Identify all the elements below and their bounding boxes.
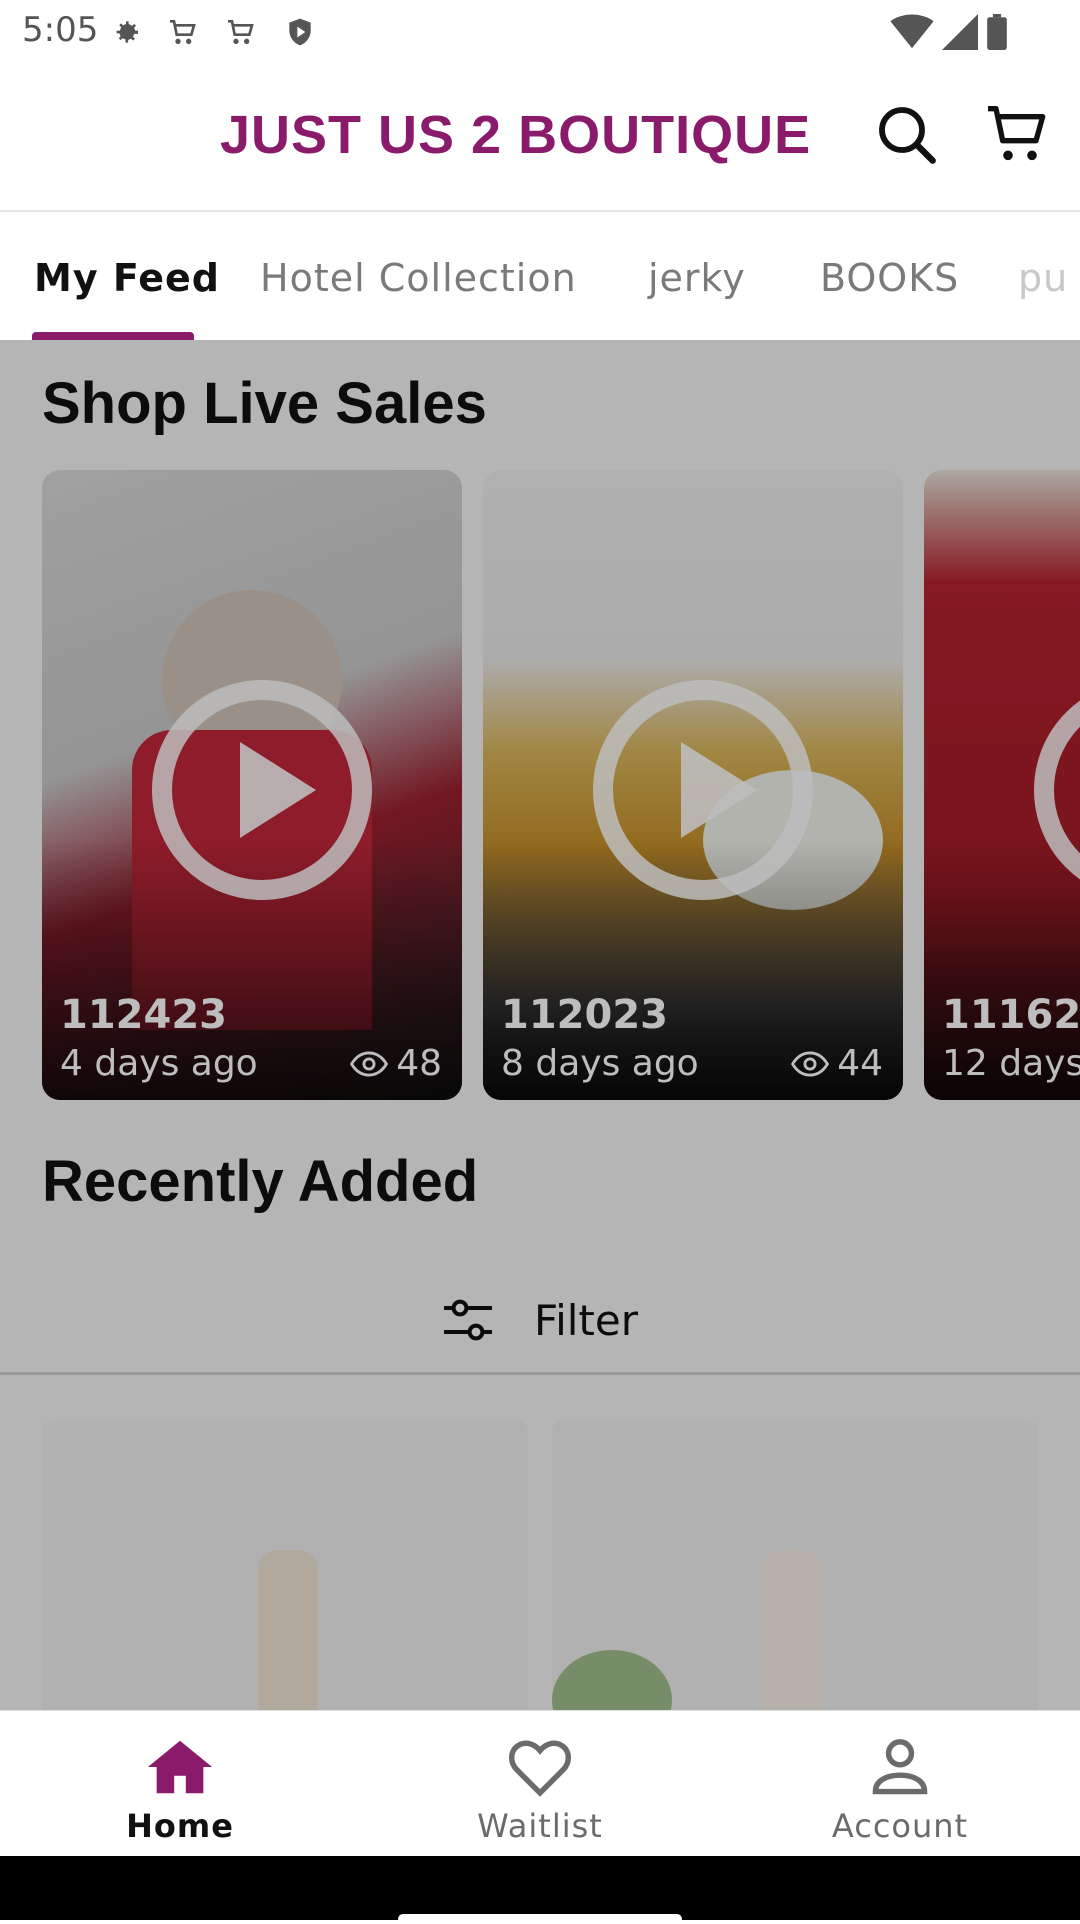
- filter-label: Filter: [533, 1295, 638, 1345]
- home-gesture-handle[interactable]: [398, 1914, 682, 1924]
- status-bar: 5:05: [0, 0, 1080, 64]
- nav-waitlist-label: Waitlist: [477, 1807, 603, 1845]
- live-sale-title: 11162: [942, 992, 1080, 1038]
- live-sales-title: Shop Live Sales: [42, 371, 487, 436]
- product-leaf-image: [552, 1650, 672, 1710]
- home-icon: [147, 1740, 213, 1794]
- live-sale-card[interactable]: 112023 8 days ago 44: [483, 470, 903, 1100]
- tab-my-feed[interactable]: My Feed: [34, 256, 220, 300]
- product-card[interactable]: [552, 1420, 1038, 1710]
- nav-waitlist[interactable]: Waitlist: [360, 1711, 720, 1857]
- app-header: JUST US 2 BOUTIQUE: [0, 64, 1080, 212]
- recently-added-title: Recently Added: [42, 1149, 479, 1214]
- tab-books[interactable]: BOOKS: [820, 256, 959, 300]
- shield-icon: [289, 18, 311, 46]
- signal-icon: [942, 14, 978, 50]
- live-sale-age: 12 days: [942, 1043, 1080, 1084]
- live-sale-age: 4 days ago: [60, 1043, 258, 1084]
- view-count: 44: [837, 1043, 883, 1084]
- play-icon[interactable]: [152, 680, 372, 900]
- bottom-navigation: Home Waitlist Account: [0, 1710, 1080, 1857]
- product-card[interactable]: [42, 1420, 528, 1710]
- nav-home[interactable]: Home: [0, 1711, 360, 1857]
- battery-icon: [987, 14, 1007, 50]
- tab-hotel-collection[interactable]: Hotel Collection: [260, 256, 577, 300]
- live-sale-views: 48: [350, 1043, 442, 1084]
- cart-icon[interactable]: [984, 102, 1048, 166]
- nav-account-label: Account: [831, 1807, 969, 1845]
- section-divider: [0, 1372, 1080, 1375]
- status-time: 5:05: [22, 10, 99, 50]
- play-icon[interactable]: [593, 680, 813, 900]
- live-sale-age: 8 days ago: [501, 1043, 699, 1084]
- view-count: 48: [396, 1043, 442, 1084]
- search-icon[interactable]: [874, 102, 938, 166]
- live-sale-card[interactable]: 112423 4 days ago 48: [42, 470, 462, 1100]
- product-bottle-image: [258, 1550, 318, 1710]
- cart-notification-icon-2: [228, 20, 254, 44]
- live-sale-card[interactable]: 11162 12 days: [924, 470, 1080, 1100]
- settings-gear-icon: [116, 21, 138, 43]
- tab-jerky[interactable]: jerky: [648, 256, 746, 300]
- live-sale-title: 112423: [60, 992, 227, 1038]
- filter-sliders-icon: [443, 1299, 492, 1341]
- brand-title: JUST US 2 BOUTIQUE: [220, 105, 812, 165]
- system-navigation-bar: [0, 1856, 1080, 1920]
- active-tab-indicator: [32, 332, 194, 340]
- wifi-icon: [890, 14, 934, 49]
- nav-home-label: Home: [126, 1807, 234, 1845]
- nav-account[interactable]: Account: [720, 1711, 1080, 1857]
- live-sale-views: 44: [791, 1043, 883, 1084]
- eye-icon: [791, 1050, 830, 1077]
- category-tabs: My Feed Hotel Collection jerky BOOKS pu: [0, 212, 1080, 342]
- heart-icon: [508, 1740, 572, 1797]
- product-bottle-image: [762, 1550, 822, 1710]
- feed-content: Shop Live Sales 112423 4 days ago 48 112…: [0, 340, 1080, 1710]
- eye-icon: [350, 1050, 389, 1077]
- cart-notification-icon: [170, 20, 196, 44]
- filter-button[interactable]: Filter: [0, 1270, 1080, 1370]
- account-person-icon: [872, 1739, 928, 1795]
- tab-partial[interactable]: pu: [1018, 256, 1068, 300]
- live-sale-title: 112023: [501, 992, 668, 1038]
